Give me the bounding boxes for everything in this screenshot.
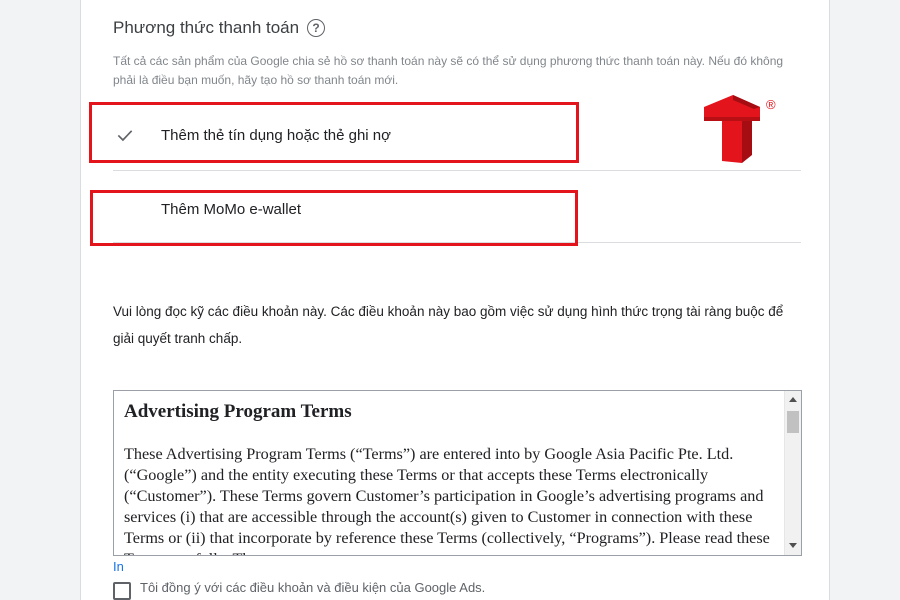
section-description: Tất cả các sản phẩm của Google chia sẻ h… [113, 54, 784, 87]
terms-note: Vui lòng đọc kỹ các điều khoản này. Các … [113, 304, 784, 346]
scrollbar-thumb[interactable] [787, 411, 799, 433]
brand-logo: ® [704, 95, 776, 163]
section-title: Phương thức thanh toán [113, 18, 300, 37]
terms-scroll-box[interactable]: Advertising Program Terms These Advertis… [113, 390, 802, 556]
agree-checkbox[interactable] [113, 582, 131, 600]
help-circle-icon[interactable]: ? [307, 19, 326, 37]
agree-label: Tôi đồng ý với các điều khoản và điều ki… [140, 580, 486, 595]
highlight-box [90, 190, 578, 246]
scroll-down-icon[interactable] [789, 543, 797, 548]
registered-mark: ® [766, 97, 776, 112]
section-header: Phương thức thanh toán ? [113, 18, 326, 38]
highlight-box [89, 102, 579, 163]
terms-body: These Advertising Program Terms (“Terms”… [124, 445, 770, 555]
print-link[interactable]: In [113, 559, 124, 574]
terms-scrollbar[interactable] [784, 391, 801, 555]
agree-row: Tôi đồng ý với các điều khoản và điều ki… [113, 580, 485, 600]
terms-heading: Advertising Program Terms [124, 401, 352, 422]
scroll-up-icon[interactable] [789, 397, 797, 402]
terms-content: Advertising Program Terms These Advertis… [124, 401, 779, 555]
